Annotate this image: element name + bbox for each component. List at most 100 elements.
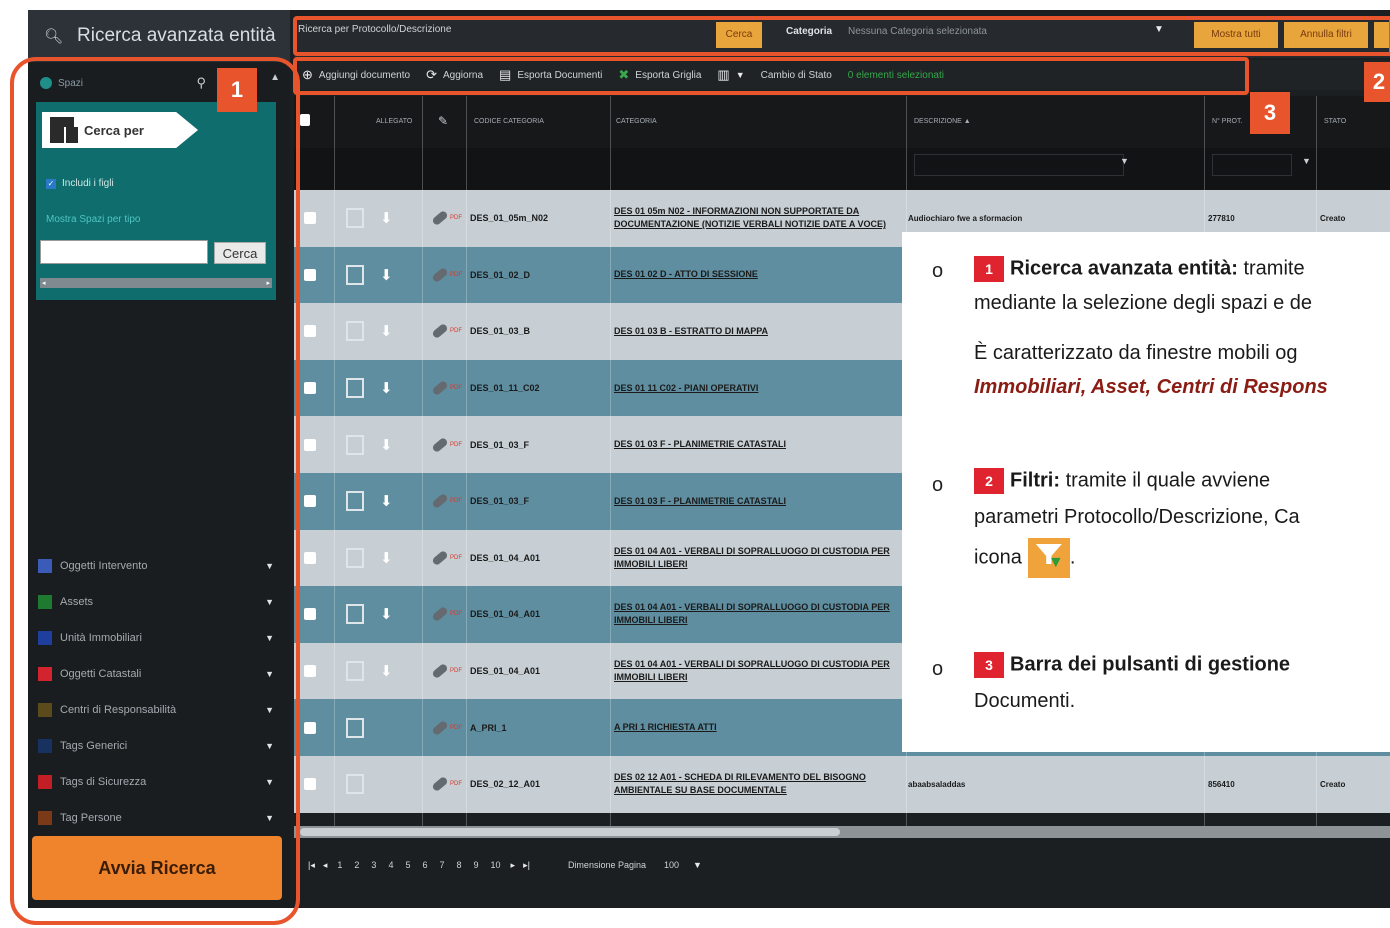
prev-page-icon[interactable]: ◂ (323, 860, 328, 871)
row-category-link[interactable]: DES 01 03 F - PLANIMETRIE CATASTALI (614, 495, 910, 508)
document-icon[interactable] (346, 264, 364, 285)
attachment-icon[interactable] (431, 549, 449, 567)
last-page-icon[interactable]: ▸| (523, 860, 530, 871)
col-numero[interactable]: N° PROT. (1212, 118, 1242, 125)
page-link[interactable]: 9 (472, 860, 481, 870)
first-page-icon[interactable]: |◂ (308, 860, 315, 871)
page-link[interactable]: 4 (386, 860, 395, 870)
document-icon[interactable] (346, 547, 364, 568)
row-category-link[interactable]: DES 01 03 F - PLANIMETRIE CATASTALI (614, 438, 910, 451)
download-icon[interactable]: ⬇ (380, 209, 393, 227)
attachment-icon[interactable] (431, 662, 449, 680)
callout-frame-filters (293, 16, 1390, 56)
row-code: DES_01_02_D (470, 269, 531, 280)
document-icon[interactable] (346, 604, 364, 625)
download-icon[interactable]: ⬇ (380, 379, 393, 397)
row-checkbox[interactable] (304, 382, 316, 395)
download-icon[interactable]: ⬇ (380, 266, 393, 284)
row-category-link[interactable]: DES 01 03 B - ESTRATTO DI MAPPA (614, 325, 910, 338)
page-link[interactable]: 10 (489, 860, 503, 870)
attachment-icon[interactable] (431, 379, 449, 397)
column-divider (334, 96, 335, 838)
next-page-icon[interactable]: ▸ (511, 860, 516, 871)
row-checkbox[interactable] (304, 551, 316, 564)
document-icon[interactable] (346, 378, 364, 399)
page-link[interactable]: 3 (369, 860, 378, 870)
descrizione-filter-input[interactable] (914, 154, 1124, 176)
page-link[interactable]: 5 (403, 860, 412, 870)
row-description: abaabsaladdas (908, 779, 966, 789)
attachment-icon[interactable] (431, 210, 449, 227)
row-category-link[interactable]: A PRI 1 RICHIESTA ATTI (614, 721, 910, 734)
chevron-down-icon[interactable]: ▼ (1120, 156, 1129, 166)
attachment-icon[interactable] (431, 776, 449, 793)
attachment-icon[interactable] (431, 266, 449, 284)
col-descrizione[interactable]: DESCRIZIONE ▲ (914, 118, 971, 125)
row-code: DES_01_04_A01 (470, 609, 541, 620)
pdf-icon: PDF (450, 441, 462, 448)
row-checkbox[interactable] (304, 438, 316, 451)
row-category-link[interactable]: DES 01 04 A01 - VERBALI DI SOPRALLUOGO D… (614, 601, 910, 627)
download-icon[interactable]: ⬇ (380, 322, 393, 340)
row-code: DES_01_03_B (470, 326, 531, 337)
explanation-item-2-line: parametri Protocollo/Descrizione, Ca (974, 506, 1300, 528)
row-category-link[interactable]: DES 01 11 C02 - PIANI OPERATIVI (614, 382, 910, 395)
page-link[interactable]: 8 (455, 860, 464, 870)
row-category-link[interactable]: DES 01 02 D - ATTO DI SESSIONE (614, 268, 910, 281)
pdf-icon: PDF (450, 271, 462, 278)
row-checkbox[interactable] (304, 268, 316, 281)
table-row[interactable]: PDF DES_02_12_A01 DES 02 12 A01 - SCHEDA… (294, 755, 1390, 813)
row-checkbox[interactable] (304, 495, 316, 508)
download-icon[interactable]: ⬇ (380, 492, 393, 510)
attachment-icon[interactable] (431, 719, 449, 736)
attachment-icon[interactable] (431, 606, 449, 623)
row-checkbox[interactable] (304, 608, 316, 621)
row-checkbox[interactable] (304, 721, 316, 734)
row-category-link[interactable]: DES 01 05m N02 - INFORMAZIONI NON SUPPOR… (614, 205, 910, 231)
attachment-icon[interactable] (431, 493, 449, 510)
grid-horizontal-scrollbar[interactable] (294, 826, 1390, 838)
page-link[interactable]: 7 (437, 860, 446, 870)
row-checkbox[interactable] (304, 212, 316, 225)
item-text: tramite (1243, 257, 1305, 280)
chevron-down-icon[interactable]: ▼ (693, 860, 702, 870)
download-icon[interactable]: ⬇ (380, 662, 393, 680)
attachment-icon[interactable] (431, 323, 449, 340)
col-allegato[interactable]: ALLEGATO (376, 118, 412, 125)
download-icon[interactable]: ⬇ (380, 436, 393, 454)
page-link[interactable]: 6 (420, 860, 429, 870)
select-all-checkbox[interactable] (300, 114, 310, 126)
item-title: Barra dei pulsanti di gestione (1010, 653, 1291, 676)
explanation-item-3-line: Documenti. (974, 690, 1076, 712)
col-categoria[interactable]: CATEGORIA (616, 118, 657, 125)
row-category-link[interactable]: DES 01 04 A01 - VERBALI DI SOPRALLUOGO D… (614, 545, 910, 571)
col-codice-categoria[interactable]: CODICE CATEGORIA (474, 118, 544, 125)
row-checkbox[interactable] (304, 665, 316, 678)
row-category-link[interactable]: DES 01 04 A01 - VERBALI DI SOPRALLUOGO D… (614, 658, 910, 684)
document-icon[interactable] (346, 661, 364, 682)
numero-filter-input[interactable] (1212, 154, 1292, 176)
row-status: Creato (1320, 779, 1346, 789)
document-icon[interactable] (346, 491, 364, 512)
chevron-down-icon[interactable]: ▼ (1302, 156, 1311, 166)
download-icon[interactable]: ⬇ (380, 549, 393, 567)
page-link[interactable]: 1 (335, 860, 344, 870)
document-icon[interactable] (346, 434, 364, 455)
row-checkbox[interactable] (304, 778, 316, 791)
row-description: Audiochiaro fwe a sformacion (908, 213, 1023, 223)
document-icon[interactable] (346, 208, 364, 229)
page-link[interactable]: 2 (352, 860, 361, 870)
row-category-link[interactable]: DES 02 12 A01 - SCHEDA DI RILEVAMENTO DE… (614, 771, 910, 797)
document-icon[interactable] (346, 717, 364, 738)
download-icon[interactable]: ⬇ (380, 605, 393, 623)
panel-title: Ricerca avanzata entità (77, 25, 276, 46)
scrollbar-thumb[interactable] (300, 828, 840, 836)
row-checkbox[interactable] (304, 325, 316, 338)
attachment-icon[interactable] (431, 436, 449, 453)
col-stato[interactable]: STATO (1324, 118, 1346, 125)
pdf-icon: PDF (450, 215, 462, 222)
document-icon[interactable] (346, 321, 364, 342)
page-size-select[interactable]: 100 (658, 860, 685, 870)
callout-badge-2: 2 (1364, 62, 1390, 102)
document-icon[interactable] (346, 774, 364, 795)
